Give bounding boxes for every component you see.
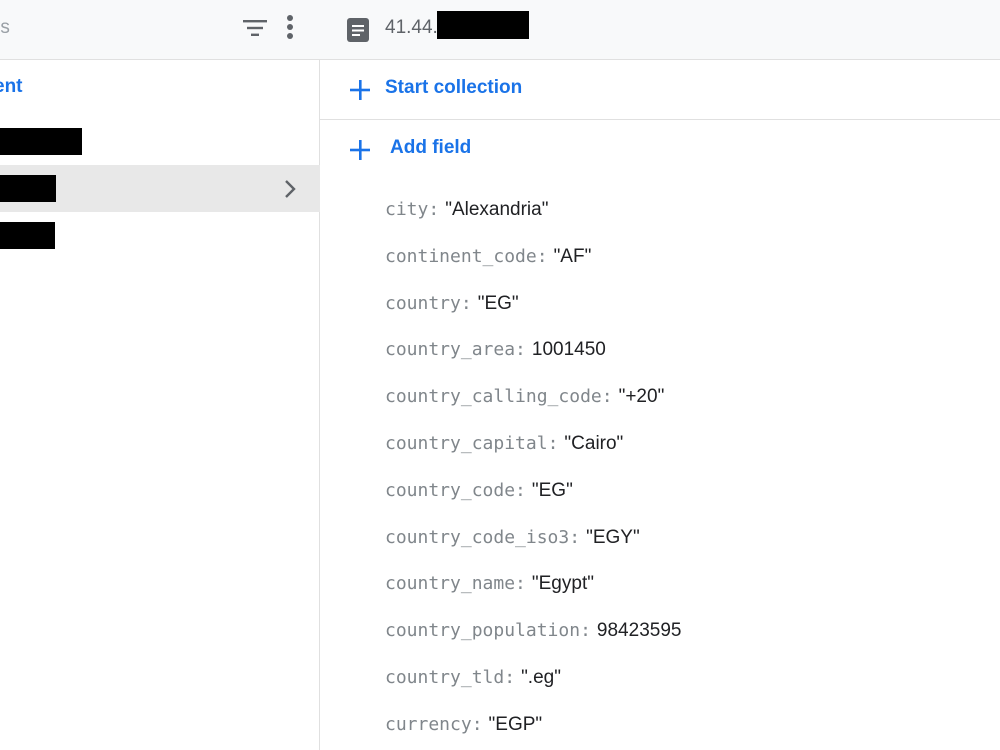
field-key: country_capital [385,432,548,454]
chevron-right-icon [285,180,296,198]
field-key: currency [385,713,472,735]
field-value: 1001450 [531,339,606,361]
redacted-document-id [0,222,55,249]
field-value: "EGY" [586,526,640,548]
start-collection-button[interactable]: Start collection [320,60,1000,120]
add-field-label: Add field [390,137,472,158]
document-path: 41.44. [385,17,438,38]
field-value: "Egypt" [531,573,594,595]
document-detail-panel: 41.44. Start collection Add field city: "… [320,0,1000,750]
field-value: "AF" [553,245,592,267]
document-list-item[interactable] [0,212,320,259]
plus-icon [350,80,370,100]
filter-list-icon[interactable] [241,14,269,42]
field-list: city: "Alexandria" continent_code: "AF" co… [385,195,985,750]
field-value: "+20" [618,386,665,408]
add-document-button[interactable]: ent [0,76,23,98]
more-vert-icon[interactable] [280,12,300,44]
field-row[interactable]: currency: "EGP" [385,710,985,750]
field-row[interactable]: country_population: 98423595 [385,616,985,663]
field-row[interactable]: country_name: "Egypt" [385,569,985,616]
document-list [0,118,320,259]
documents-panel: rs ent [0,0,320,750]
field-row[interactable]: country_area: 1001450 [385,335,985,382]
field-value: "EG" [531,479,573,501]
field-key: continent_code [385,245,537,267]
field-row[interactable]: continent_code: "AF" [385,242,985,289]
field-row[interactable]: country: "EG" [385,289,985,336]
field-key: country_calling_code [385,386,602,408]
field-value: "EGP" [488,713,543,735]
field-value: 98423595 [596,620,682,642]
document-list-item[interactable] [0,118,320,165]
field-key: country_code [385,479,516,501]
field-key: country_area [385,339,516,361]
documents-panel-title: rs [0,17,10,38]
field-row[interactable]: city: "Alexandria" [385,195,985,242]
field-value: "EG" [477,292,519,314]
field-row[interactable]: country_code_iso3: "EGY" [385,523,985,570]
document-icon [347,18,369,42]
field-key: country_population [385,620,581,642]
field-key: country_tld [385,666,505,688]
field-key: country [385,292,461,314]
plus-icon [350,140,370,160]
redacted-document-id [0,175,56,202]
field-row[interactable]: country_calling_code: "+20" [385,382,985,429]
field-value: "Alexandria" [445,199,549,220]
field-key: country_name [385,573,516,595]
field-value: "Cairo" [564,432,624,454]
document-detail-header: 41.44. [320,0,1000,60]
field-row[interactable]: country_tld: ".eg" [385,663,985,710]
redacted-document-id [0,128,82,155]
field-row[interactable]: country_capital: "Cairo" [385,429,985,476]
redacted-document-path [437,11,529,39]
field-row[interactable]: country_code: "EG" [385,476,985,523]
field-key: city [385,199,429,220]
field-key: country_code_iso3 [385,526,570,548]
add-field-button[interactable]: Add field [320,120,1000,180]
field-value: ".eg" [521,666,561,688]
start-collection-label: Start collection [385,77,523,98]
document-list-item-selected[interactable] [0,165,320,212]
documents-panel-header: rs [0,0,320,60]
